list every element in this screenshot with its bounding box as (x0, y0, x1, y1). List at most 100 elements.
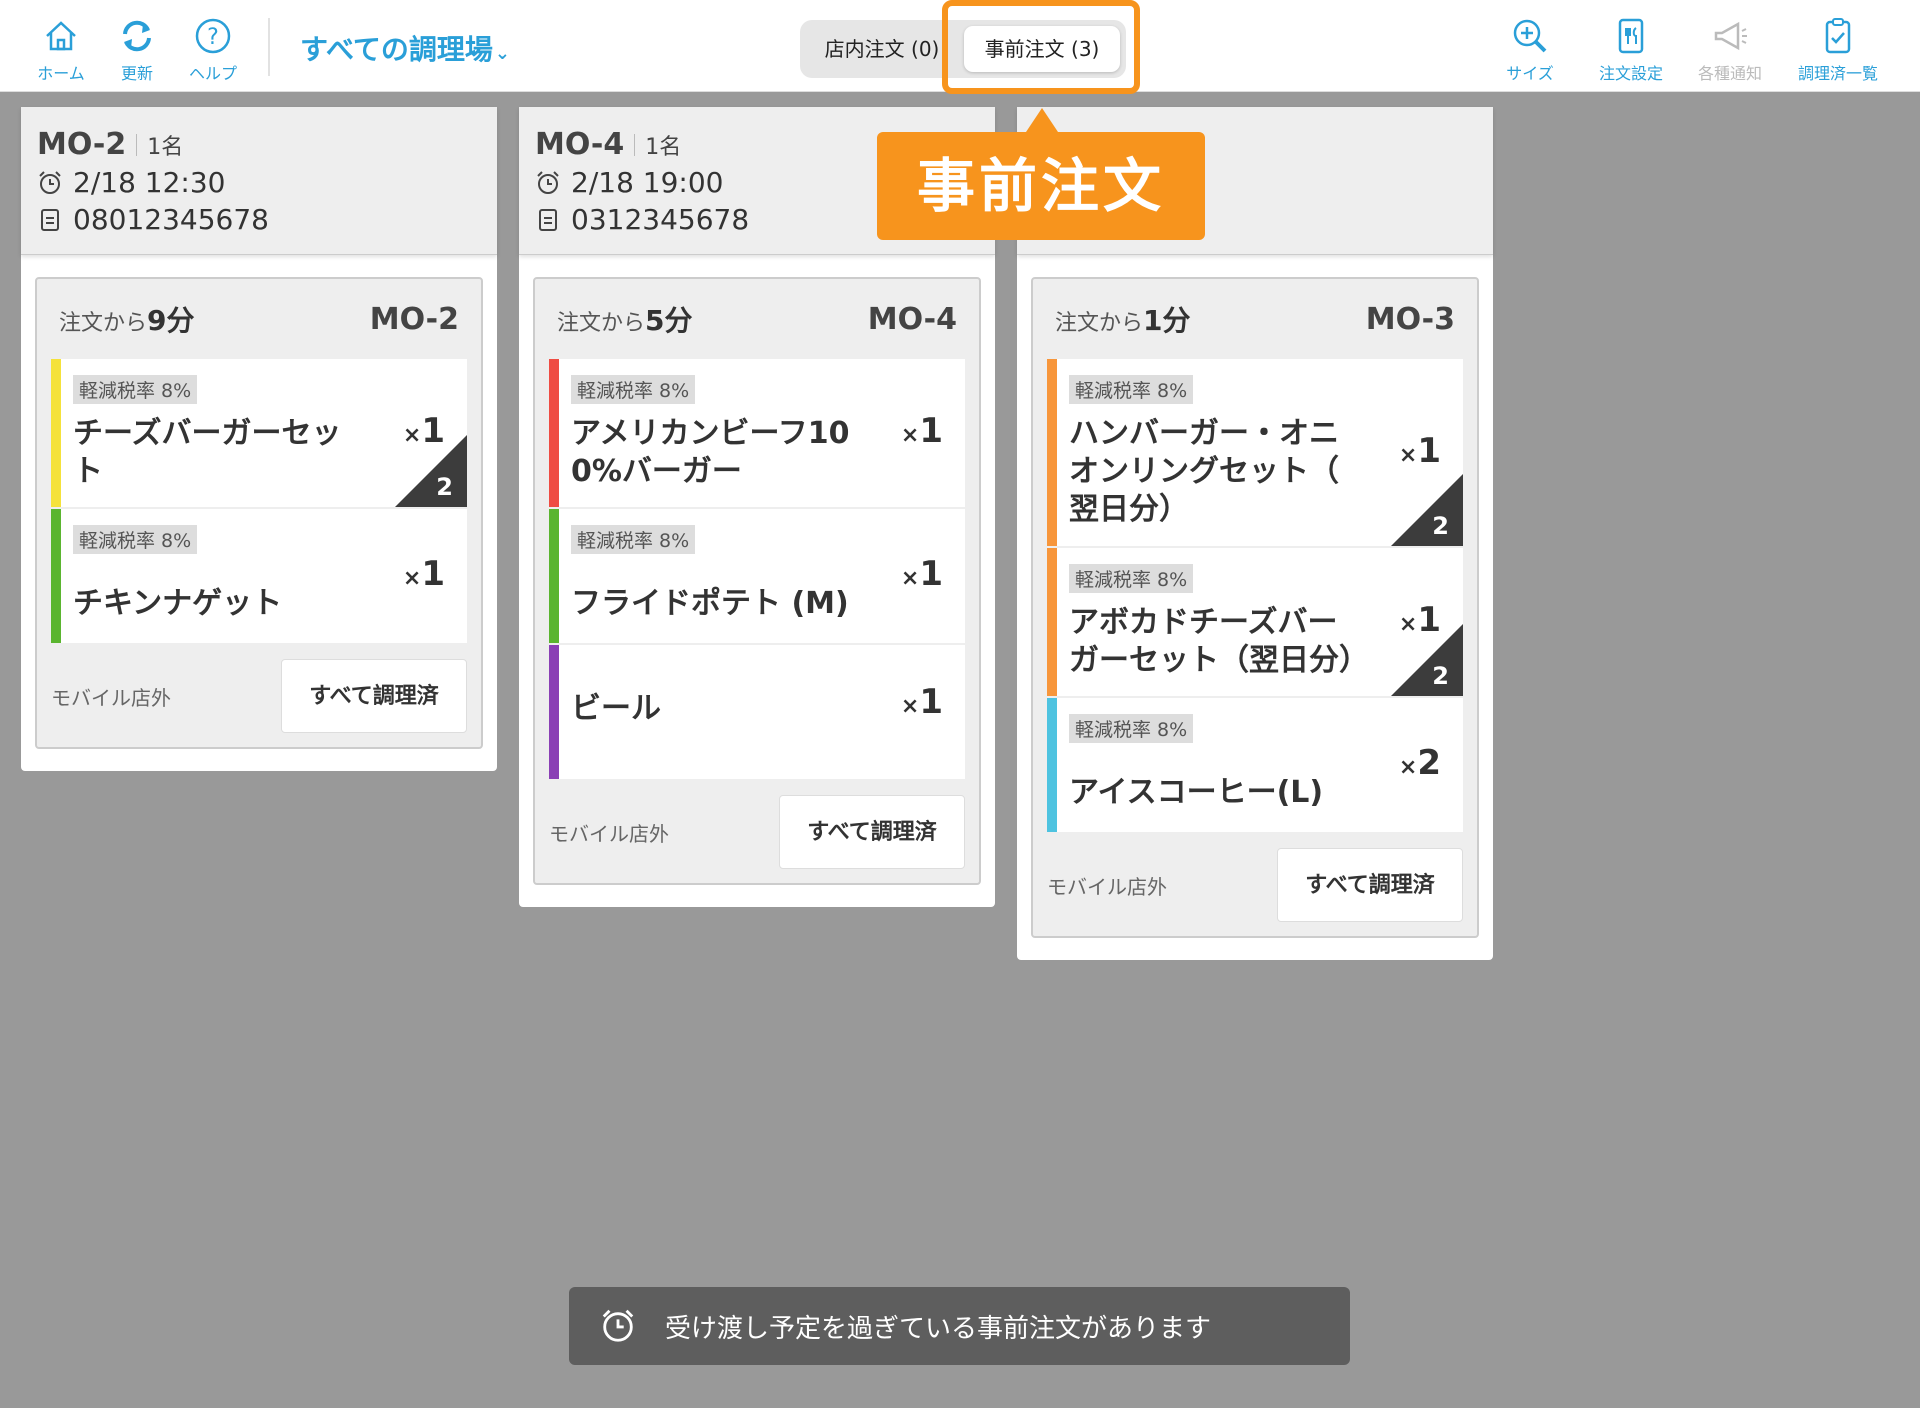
item-name: ハンバーガー・オニ オンリングセット（ 翌日分） (1069, 416, 1339, 527)
order-footer: モバイル店外 すべて調理済 (1033, 834, 1477, 922)
pre-order-callout: 事前注文 (877, 132, 1205, 240)
order-header-title: MO-2 1名 (37, 127, 481, 162)
alarm-icon (39, 170, 61, 194)
item-quantity-value: 1 (1417, 431, 1441, 471)
cooked-list-label: 調理済一覧 (1797, 64, 1878, 83)
alarm-clock-icon (602, 1309, 634, 1342)
phone-number: 0312345678 (571, 203, 750, 236)
help-icon: ? (195, 18, 231, 54)
phone-row: 08012345678 (37, 203, 481, 236)
order-detail-header: 注文から5分 MO-4 (535, 279, 979, 359)
item-name: ビール (571, 691, 661, 726)
help-label: ヘルプ (188, 64, 237, 83)
elapsed-value: 1分 (1143, 304, 1191, 337)
order-item[interactable]: 軽減税率 8% フライドポテト (M) ×1 (549, 509, 965, 643)
order-source: モバイル店外 (51, 685, 171, 710)
order-card: MO-2 1名 2/18 12:30 08012345678 注文から9分 MO-2 軽減税… (21, 107, 497, 771)
help-button[interactable]: ? ヘルプ (178, 16, 248, 84)
order-detail-header: 注文から1分 MO-3 (1033, 279, 1477, 359)
mark-all-cooked-button[interactable]: すべて調理済 (779, 795, 965, 869)
order-item[interactable]: 軽減税率 8% ハンバーガー・オニ オンリングセット（ 翌日分） ×1 2 (1047, 359, 1463, 546)
callout-arrow (1026, 108, 1058, 132)
tax-rate-badge: 軽減税率 8% (73, 375, 198, 404)
order-item[interactable]: 軽減税率 8% チーズバーガーセット ×1 2 (51, 359, 467, 507)
order-detail-panel: 注文から9分 MO-2 軽減税率 8% チーズバーガーセット ×1 2 軽減税率 8% チキン… (35, 277, 483, 749)
party-size: 1名 (147, 135, 184, 160)
chevron-down-icon: ⌄ (494, 43, 511, 64)
tax-rate-badge: 軽減税率 8% (1069, 375, 1194, 404)
order-number: MO-2 (369, 301, 459, 337)
header-divider (136, 134, 138, 156)
tax-rate-badge: 軽減税率 8% (1069, 564, 1194, 593)
tax-rate-badge: 軽減税率 8% (571, 375, 696, 404)
item-count-corner (395, 435, 467, 507)
elapsed-prefix: 注文から (1055, 311, 1144, 336)
elapsed-value: 5分 (645, 304, 693, 337)
store-selector-label: すべての調理場 (300, 33, 493, 66)
memo-icon (41, 208, 59, 231)
order-source: モバイル店外 (1047, 874, 1167, 899)
item-quantity-value: 2 (1417, 743, 1441, 783)
store-selector[interactable]: すべての調理場 ⌄ (300, 28, 510, 68)
item-name: アメリカンビーフ10 0%バーガー (571, 416, 850, 489)
order-settings-button[interactable]: 注文設定 (1596, 16, 1666, 84)
svg-text:?: ? (207, 25, 219, 50)
item-quantity-value: 1 (919, 554, 943, 594)
overdue-toast: 受け渡し予定を過ぎている事前注文があります (569, 1287, 1350, 1365)
pre-order-tab-highlight (942, 0, 1140, 94)
memo-icon (539, 208, 557, 231)
elapsed-prefix: 注文から (59, 311, 148, 336)
item-quantity-value: 1 (421, 554, 445, 594)
size-label: サイズ (1506, 64, 1554, 83)
tax-rate-badge: 軽減税率 8% (73, 525, 198, 554)
item-count-badge: 2 (436, 473, 453, 501)
item-name: チーズバーガーセット (73, 416, 342, 489)
order-footer: モバイル店外 すべて調理済 (535, 781, 979, 869)
item-quantity: ×2 (1398, 743, 1441, 783)
home-icon (46, 21, 76, 51)
mark-all-cooked-button[interactable]: すべて調理済 (1277, 848, 1463, 922)
elapsed-time: 注文から9分 (59, 299, 195, 339)
order-id: MO-4 (535, 127, 625, 162)
notifications-button[interactable]: 各種通知 (1695, 16, 1765, 84)
toolbar-divider (268, 18, 270, 76)
item-quantity: ×1 (402, 554, 445, 594)
refresh-button[interactable]: 更新 (102, 16, 172, 84)
phone-number: 08012345678 (73, 203, 269, 236)
party-size: 1名 (645, 135, 682, 160)
cooked-list-button[interactable]: 調理済一覧 (1788, 16, 1888, 84)
order-item[interactable]: 軽減税率 8% アメリカンビーフ10 0%バーガー ×1 (549, 359, 965, 507)
order-detail-header: 注文から9分 MO-2 (37, 279, 481, 359)
notifications-label: 各種通知 (1697, 64, 1762, 83)
clipboard-check-icon (1825, 18, 1851, 54)
megaphone-icon (1714, 21, 1747, 51)
item-count-corner (1391, 474, 1463, 546)
item-count-badge: 2 (1432, 512, 1449, 540)
order-number: MO-3 (1365, 301, 1455, 337)
elapsed-time: 注文から1分 (1055, 299, 1191, 339)
toast-message: 受け渡し予定を過ぎている事前注文があります (665, 1313, 1212, 1344)
order-item[interactable]: 軽減税率 8% チキンナゲット ×1 (51, 509, 467, 643)
order-item[interactable]: 軽減税率 8% アボカドチーズバー ガーセット（翌日分） ×1 2 (1047, 548, 1463, 696)
alarm-icon (537, 170, 559, 194)
tax-rate-badge: 軽減税率 8% (571, 525, 696, 554)
tax-rate-badge: 軽減税率 8% (1069, 714, 1194, 743)
item-count-corner (1391, 624, 1463, 696)
item-quantity: ×1 (900, 682, 943, 722)
tab-in-store[interactable]: 店内注文 (0) (806, 26, 958, 72)
menu-book-icon (1618, 18, 1644, 54)
order-item[interactable]: 軽減税率 8% アイスコーヒー(L) ×2 (1047, 698, 1463, 832)
order-settings-label: 注文設定 (1598, 64, 1663, 83)
order-source: モバイル店外 (549, 821, 669, 846)
mark-all-cooked-button[interactable]: すべて調理済 (281, 659, 467, 733)
size-button[interactable]: サイズ (1495, 16, 1565, 84)
home-button[interactable]: ホーム (26, 16, 96, 84)
pickup-time: 2/18 19:00 (571, 166, 724, 199)
order-item[interactable]: ビール ×1 (549, 645, 965, 779)
item-quantity: ×1 (900, 411, 943, 451)
item-quantity-value: 1 (919, 411, 943, 451)
item-name: フライドポテト (M) (571, 586, 849, 621)
refresh-label: 更新 (120, 64, 153, 83)
order-footer: モバイル店外 すべて調理済 (37, 645, 481, 733)
order-card-header: MO-2 1名 2/18 12:30 08012345678 (21, 107, 497, 255)
